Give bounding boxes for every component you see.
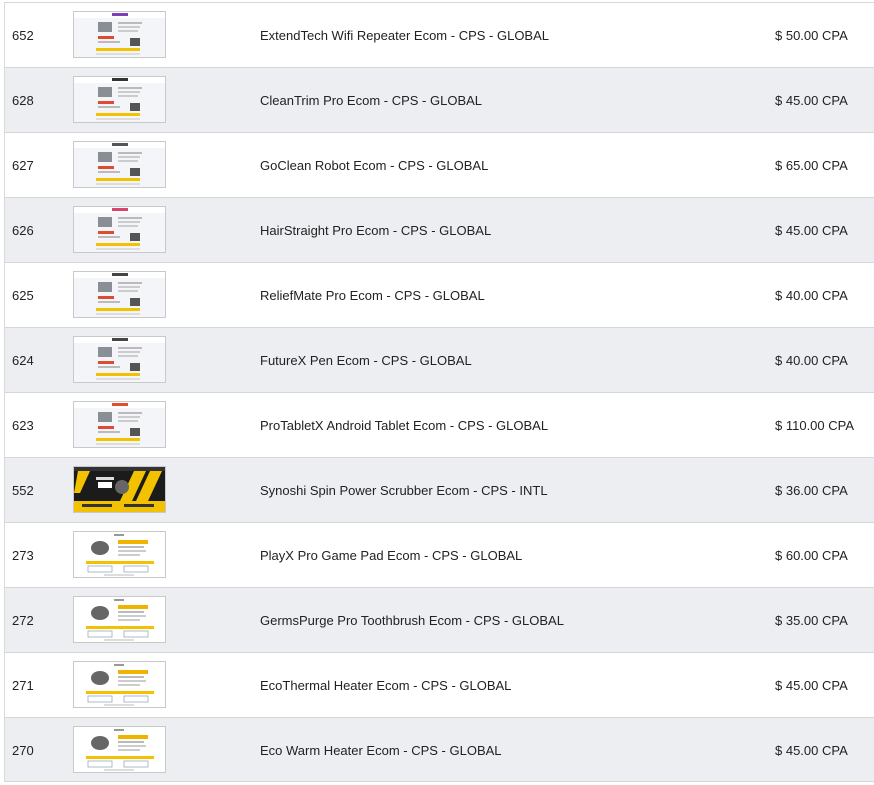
offer-name-link[interactable]: ExtendTech Wifi Repeater Ecom - CPS - GL…	[260, 3, 549, 67]
offer-id: 552	[12, 482, 34, 498]
offer-thumbnail[interactable]	[73, 661, 166, 708]
offer-name-link[interactable]: GoClean Robot Ecom - CPS - GLOBAL	[260, 133, 488, 197]
offer-thumbnail[interactable]	[73, 76, 166, 123]
offer-thumbnail[interactable]	[73, 596, 166, 643]
table-row[interactable]: 625 ReliefMate Pro Ecom - CPS - GLOBAL $ 4…	[5, 262, 874, 327]
offer-name-link[interactable]: EcoThermal Heater Ecom - CPS - GLOBAL	[260, 653, 511, 717]
offer-payout: $ 45.00 CPA	[775, 92, 848, 108]
offer-name-link[interactable]: FutureX Pen Ecom - CPS - GLOBAL	[260, 328, 472, 392]
offer-payout: $ 60.00 CPA	[775, 547, 848, 563]
offer-name-link[interactable]: Synoshi Spin Power Scrubber Ecom - CPS -…	[260, 458, 548, 522]
offer-name-link[interactable]: PlayX Pro Game Pad Ecom - CPS - GLOBAL	[260, 523, 522, 587]
offer-id: 628	[12, 92, 34, 108]
offer-payout: $ 45.00 CPA	[775, 677, 848, 693]
offer-payout: $ 50.00 CPA	[775, 27, 848, 43]
offer-name-link[interactable]: GermsPurge Pro Toothbrush Ecom - CPS - G…	[260, 588, 564, 652]
offer-thumbnail[interactable]	[73, 141, 166, 188]
offer-thumbnail[interactable]	[73, 336, 166, 383]
offer-id: 627	[12, 157, 34, 173]
table-row[interactable]: 626 HairStraight Pro Ecom - CPS - GLOBAL $…	[5, 197, 874, 262]
table-row[interactable]: 624 FutureX Pen Ecom - CPS - GLOBAL $ 40.0…	[5, 327, 874, 392]
offer-thumbnail[interactable]	[73, 401, 166, 448]
offer-name-link[interactable]: CleanTrim Pro Ecom - CPS - GLOBAL	[260, 68, 482, 132]
offer-payout: $ 40.00 CPA	[775, 352, 848, 368]
offer-id: 625	[12, 287, 34, 303]
table-row[interactable]: 623 ProTabletX Android Tablet Ecom - CPS …	[5, 392, 874, 457]
offer-id: 272	[12, 612, 34, 628]
offer-id: 624	[12, 352, 34, 368]
table-row[interactable]: 273 PlayX Pro Game Pad Ecom - CPS - GLOBA…	[5, 522, 874, 587]
offer-id: 652	[12, 27, 34, 43]
offer-payout: $ 35.00 CPA	[775, 612, 848, 628]
offer-payout: $ 45.00 CPA	[775, 742, 848, 758]
offer-thumbnail[interactable]	[73, 206, 166, 253]
offer-id: 271	[12, 677, 34, 693]
offers-table: 652 ExtendTech Wifi Repeater Ecom - CPS -…	[4, 2, 874, 782]
offer-name-link[interactable]: ProTabletX Android Tablet Ecom - CPS - G…	[260, 393, 548, 457]
table-row[interactable]: 271 EcoThermal Heater Ecom - CPS - GLOBAL…	[5, 652, 874, 717]
offer-name-link[interactable]: HairStraight Pro Ecom - CPS - GLOBAL	[260, 198, 491, 262]
offer-name-link[interactable]: ReliefMate Pro Ecom - CPS - GLOBAL	[260, 263, 485, 327]
offer-payout: $ 65.00 CPA	[775, 157, 848, 173]
offer-thumbnail[interactable]	[73, 466, 166, 513]
offer-payout: $ 45.00 CPA	[775, 222, 848, 238]
offer-id: 626	[12, 222, 34, 238]
offer-id: 623	[12, 417, 34, 433]
offer-payout: $ 110.00 CPA	[775, 417, 855, 433]
table-row[interactable]: 628 CleanTrim Pro Ecom - CPS - GLOBAL $ 45…	[5, 67, 874, 132]
offer-thumbnail[interactable]	[73, 531, 166, 578]
offer-thumbnail[interactable]	[73, 726, 166, 773]
table-row[interactable]: 270 Eco Warm Heater Ecom - CPS - GLOBAL $ …	[5, 717, 874, 782]
offer-payout: $ 36.00 CPA	[775, 482, 848, 498]
offer-thumbnail[interactable]	[73, 271, 166, 318]
table-row[interactable]: 552 Synoshi Spin Power Scrubber Ecom - CP…	[5, 457, 874, 522]
offer-id: 270	[12, 742, 34, 758]
table-row[interactable]: 272 GermsPurge Pro Toothbrush Ecom - CPS …	[5, 587, 874, 652]
offer-id: 273	[12, 547, 34, 563]
offer-payout: $ 40.00 CPA	[775, 287, 848, 303]
table-row[interactable]: 627 GoClean Robot Ecom - CPS - GLOBAL $ 65…	[5, 132, 874, 197]
offer-thumbnail[interactable]	[73, 11, 166, 58]
offer-name-link[interactable]: Eco Warm Heater Ecom - CPS - GLOBAL	[260, 718, 502, 782]
table-row[interactable]: 652 ExtendTech Wifi Repeater Ecom - CPS -…	[5, 2, 874, 67]
